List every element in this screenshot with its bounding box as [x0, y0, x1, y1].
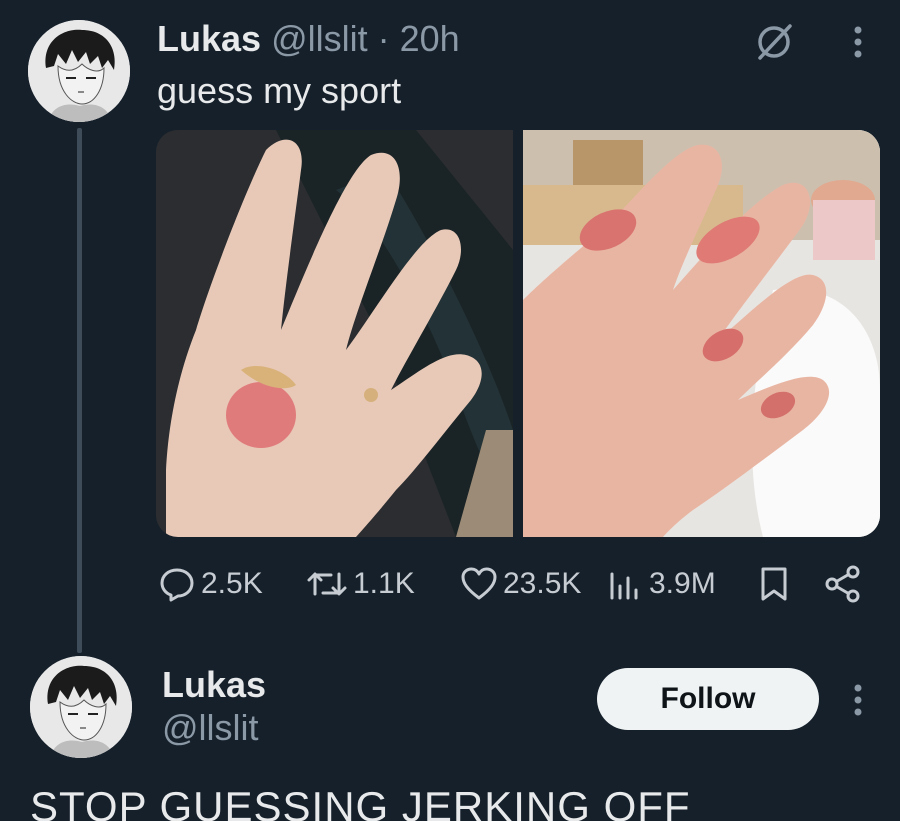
reply-count: 2.5K: [201, 567, 263, 600]
views-icon: [610, 572, 638, 600]
reply-icon: [160, 568, 194, 602]
grok-icon[interactable]: [752, 20, 796, 64]
avatar[interactable]: [30, 656, 132, 758]
tweet-text: guess my sport: [157, 70, 402, 111]
heart-icon: [461, 567, 497, 600]
avatar-illustration: [30, 656, 132, 758]
media-image-2[interactable]: [523, 130, 880, 537]
views-count: 3.9M: [649, 567, 716, 600]
more-vertical-icon[interactable]: [843, 678, 873, 722]
author-name[interactable]: Lukas: [157, 18, 261, 59]
tweet-media[interactable]: [156, 130, 880, 537]
reply-text: STOP GUESSING JERKING OFF: [30, 783, 691, 821]
media-image-1[interactable]: [156, 130, 513, 537]
avatar[interactable]: [28, 20, 130, 122]
reply-button[interactable]: 2.5K: [157, 558, 263, 610]
bookmark-icon: [761, 567, 787, 601]
retweet-icon: [307, 572, 347, 596]
retweet-button[interactable]: 1.1K: [305, 558, 415, 610]
separator-dot: ·: [377, 18, 390, 59]
views-button[interactable]: 3.9M: [605, 558, 716, 610]
retweet-count: 1.1K: [353, 567, 415, 600]
user-card-handle[interactable]: @llslit: [162, 707, 259, 749]
avatar-illustration: [28, 20, 130, 122]
follow-button[interactable]: Follow: [597, 668, 819, 730]
more-vertical-icon[interactable]: [843, 20, 873, 64]
share-button[interactable]: [823, 558, 867, 610]
share-icon: [825, 565, 860, 603]
tweet-time[interactable]: 20h: [400, 18, 460, 59]
like-button[interactable]: 23.5K: [459, 558, 581, 610]
bookmark-button[interactable]: [754, 558, 798, 610]
author-handle[interactable]: @llslit: [271, 18, 368, 59]
user-card-name[interactable]: Lukas: [162, 664, 266, 706]
tweet-actions: 2.5K 1.1K 23.5K 3.9M: [157, 558, 887, 610]
thread-line: [77, 128, 82, 653]
like-count: 23.5K: [503, 567, 582, 600]
tweet-header: Lukas @llslit · 20h: [157, 18, 460, 60]
